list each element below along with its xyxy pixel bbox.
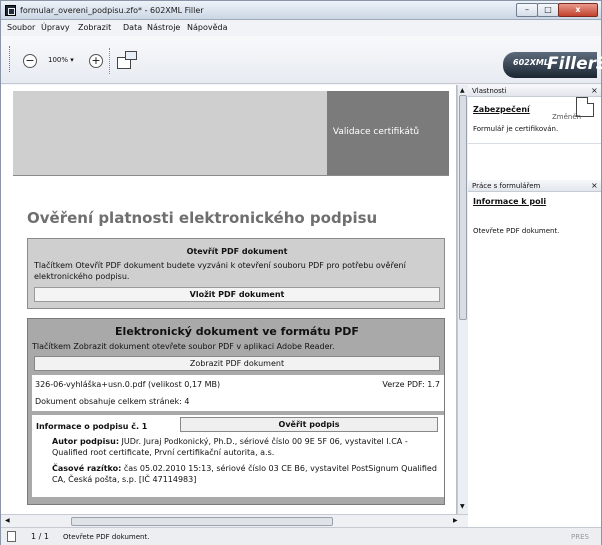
document-area: Validace certifikátů Ověření platnosti e… bbox=[1, 85, 457, 514]
page-icon bbox=[7, 531, 16, 542]
signature-timestamp: Časové razítko: čas 05.02.2010 15:13, sé… bbox=[52, 463, 442, 485]
app-icon bbox=[5, 5, 16, 16]
menu-soubor[interactable]: Soubor bbox=[7, 23, 35, 32]
work-panel-header: Práce s formulářem × bbox=[468, 180, 601, 192]
properties-panel-title: Vlastnosti bbox=[472, 87, 507, 95]
certified-text: Formulář je certifikován. bbox=[473, 125, 559, 133]
pdf-section-title: Elektronický dokument ve formátu PDF bbox=[115, 325, 359, 338]
properties-panel-header: Vlastnosti × bbox=[468, 85, 601, 97]
signature-author: Autor podpisu: JUDr. Juraj Podkonický, P… bbox=[52, 436, 442, 458]
scroll-up-arrow-icon[interactable]: ▲ bbox=[460, 87, 465, 94]
side-panel: Vlastnosti × Zabezpečení Změněn Formulář… bbox=[468, 85, 601, 527]
logo-small-text: 602XML bbox=[513, 58, 549, 67]
signature-label: Informace o podpisu č. 1 bbox=[36, 422, 148, 431]
horizontal-scroll-thumb[interactable] bbox=[71, 517, 333, 526]
insert-pdf-button[interactable]: Vložit PDF dokument bbox=[34, 287, 440, 302]
signature-info: Informace o podpisu č. 1 Ověřit podpis A… bbox=[32, 415, 444, 497]
work-panel-title: Práce s formulářem bbox=[472, 182, 541, 190]
zoom-out-button[interactable]: − bbox=[23, 54, 37, 68]
minimize-button[interactable]: – bbox=[516, 3, 538, 17]
scroll-left-arrow-icon[interactable]: ◀ bbox=[5, 517, 10, 524]
horizontal-scrollbar[interactable]: ◀ ▶ bbox=[1, 514, 468, 527]
pdf-file-name: 326-06-vyhláška+usn.0.pdf (velikost 0,17… bbox=[35, 380, 221, 389]
vertical-scroll-thumb[interactable] bbox=[459, 95, 467, 320]
status-message: Otevřete PDF dokument. bbox=[63, 533, 150, 541]
pdf-version: Verze PDF: 1.7 bbox=[382, 380, 440, 389]
field-info-text: Otevřete PDF dokument. bbox=[473, 227, 560, 235]
author-label: Autor podpisu: bbox=[52, 437, 120, 446]
show-pdf-button[interactable]: Zobrazit PDF dokument bbox=[34, 356, 440, 371]
window-title: formular_overeni_podpisu.zfo* - 602XML F… bbox=[20, 6, 204, 15]
zoom-select[interactable]: 100% ▾ bbox=[48, 56, 74, 64]
panel-divider bbox=[468, 143, 601, 144]
app-window: formular_overeni_podpisu.zfo* - 602XML F… bbox=[0, 0, 602, 545]
scroll-right-arrow-icon[interactable]: ▶ bbox=[453, 517, 458, 524]
page-indicator: 1 / 1 bbox=[31, 532, 49, 541]
status-mode: PRES bbox=[571, 533, 589, 541]
status-bar: 1 / 1 Otevřete PDF dokument. PRES bbox=[1, 527, 601, 545]
open-pdf-description: Tlačítkem Otevřít PDF dokument budete vy… bbox=[34, 261, 406, 281]
pdf-document-section: Elektronický dokument ve formátu PDF Tla… bbox=[27, 318, 445, 505]
pdf-section-description: Tlačítkem Zobrazit dokument otevřete sou… bbox=[32, 342, 335, 351]
menu-data[interactable]: Data bbox=[123, 23, 142, 32]
filler-logo: 602XML Filler3 bbox=[503, 52, 602, 78]
open-pdf-section: Otevřít PDF dokument Tlačítkem Otevřít P… bbox=[27, 238, 445, 309]
vertical-scrollbar[interactable]: ▲ ▼ bbox=[457, 85, 468, 514]
work-close-icon[interactable]: × bbox=[591, 181, 598, 190]
form-tool-icon[interactable] bbox=[115, 49, 139, 71]
menu-nastroje[interactable]: Nástroje bbox=[147, 23, 180, 32]
close-button[interactable]: x bbox=[558, 3, 598, 17]
form-heading: Ověření platnosti elektronického podpisu bbox=[27, 209, 378, 227]
menu-napoveda[interactable]: Nápověda bbox=[187, 23, 228, 32]
menu-bar: Soubor Úpravy Zobrazit Data Nástroje Náp… bbox=[1, 20, 601, 36]
changed-label: Změněn bbox=[552, 113, 582, 121]
menu-upravy[interactable]: Úpravy bbox=[41, 23, 70, 32]
security-section-title[interactable]: Zabezpečení bbox=[473, 105, 530, 114]
properties-close-icon[interactable]: × bbox=[591, 86, 598, 95]
maximize-button[interactable]: □ bbox=[537, 3, 559, 17]
timestamp-label: Časové razítko: bbox=[52, 464, 122, 473]
logo-big-text: Filler3 bbox=[547, 54, 602, 74]
scroll-down-arrow-icon[interactable]: ▼ bbox=[460, 503, 465, 510]
title-bar: formular_overeni_podpisu.zfo* - 602XML F… bbox=[1, 1, 601, 20]
pdf-page-count: Dokument obsahuje celkem stránek: 4 bbox=[35, 397, 190, 406]
toolbar-grip[interactable] bbox=[9, 46, 11, 72]
open-pdf-title: Otevřít PDF dokument bbox=[186, 247, 288, 256]
field-info-title[interactable]: Informace k poli bbox=[473, 197, 546, 206]
zoom-in-button[interactable]: + bbox=[89, 54, 103, 68]
toolbar-separator bbox=[109, 48, 111, 74]
verify-signature-button[interactable]: Ověřit podpis bbox=[180, 417, 438, 432]
pdf-file-info: 326-06-vyhláška+usn.0.pdf (velikost 0,17… bbox=[32, 375, 444, 411]
header-divider bbox=[13, 175, 449, 176]
toolbar: − 100% ▾ + 602XML Filler3 bbox=[1, 36, 602, 84]
certificate-validation-label: Validace certifikátů bbox=[332, 127, 420, 137]
menu-zobrazit[interactable]: Zobrazit bbox=[78, 23, 111, 32]
